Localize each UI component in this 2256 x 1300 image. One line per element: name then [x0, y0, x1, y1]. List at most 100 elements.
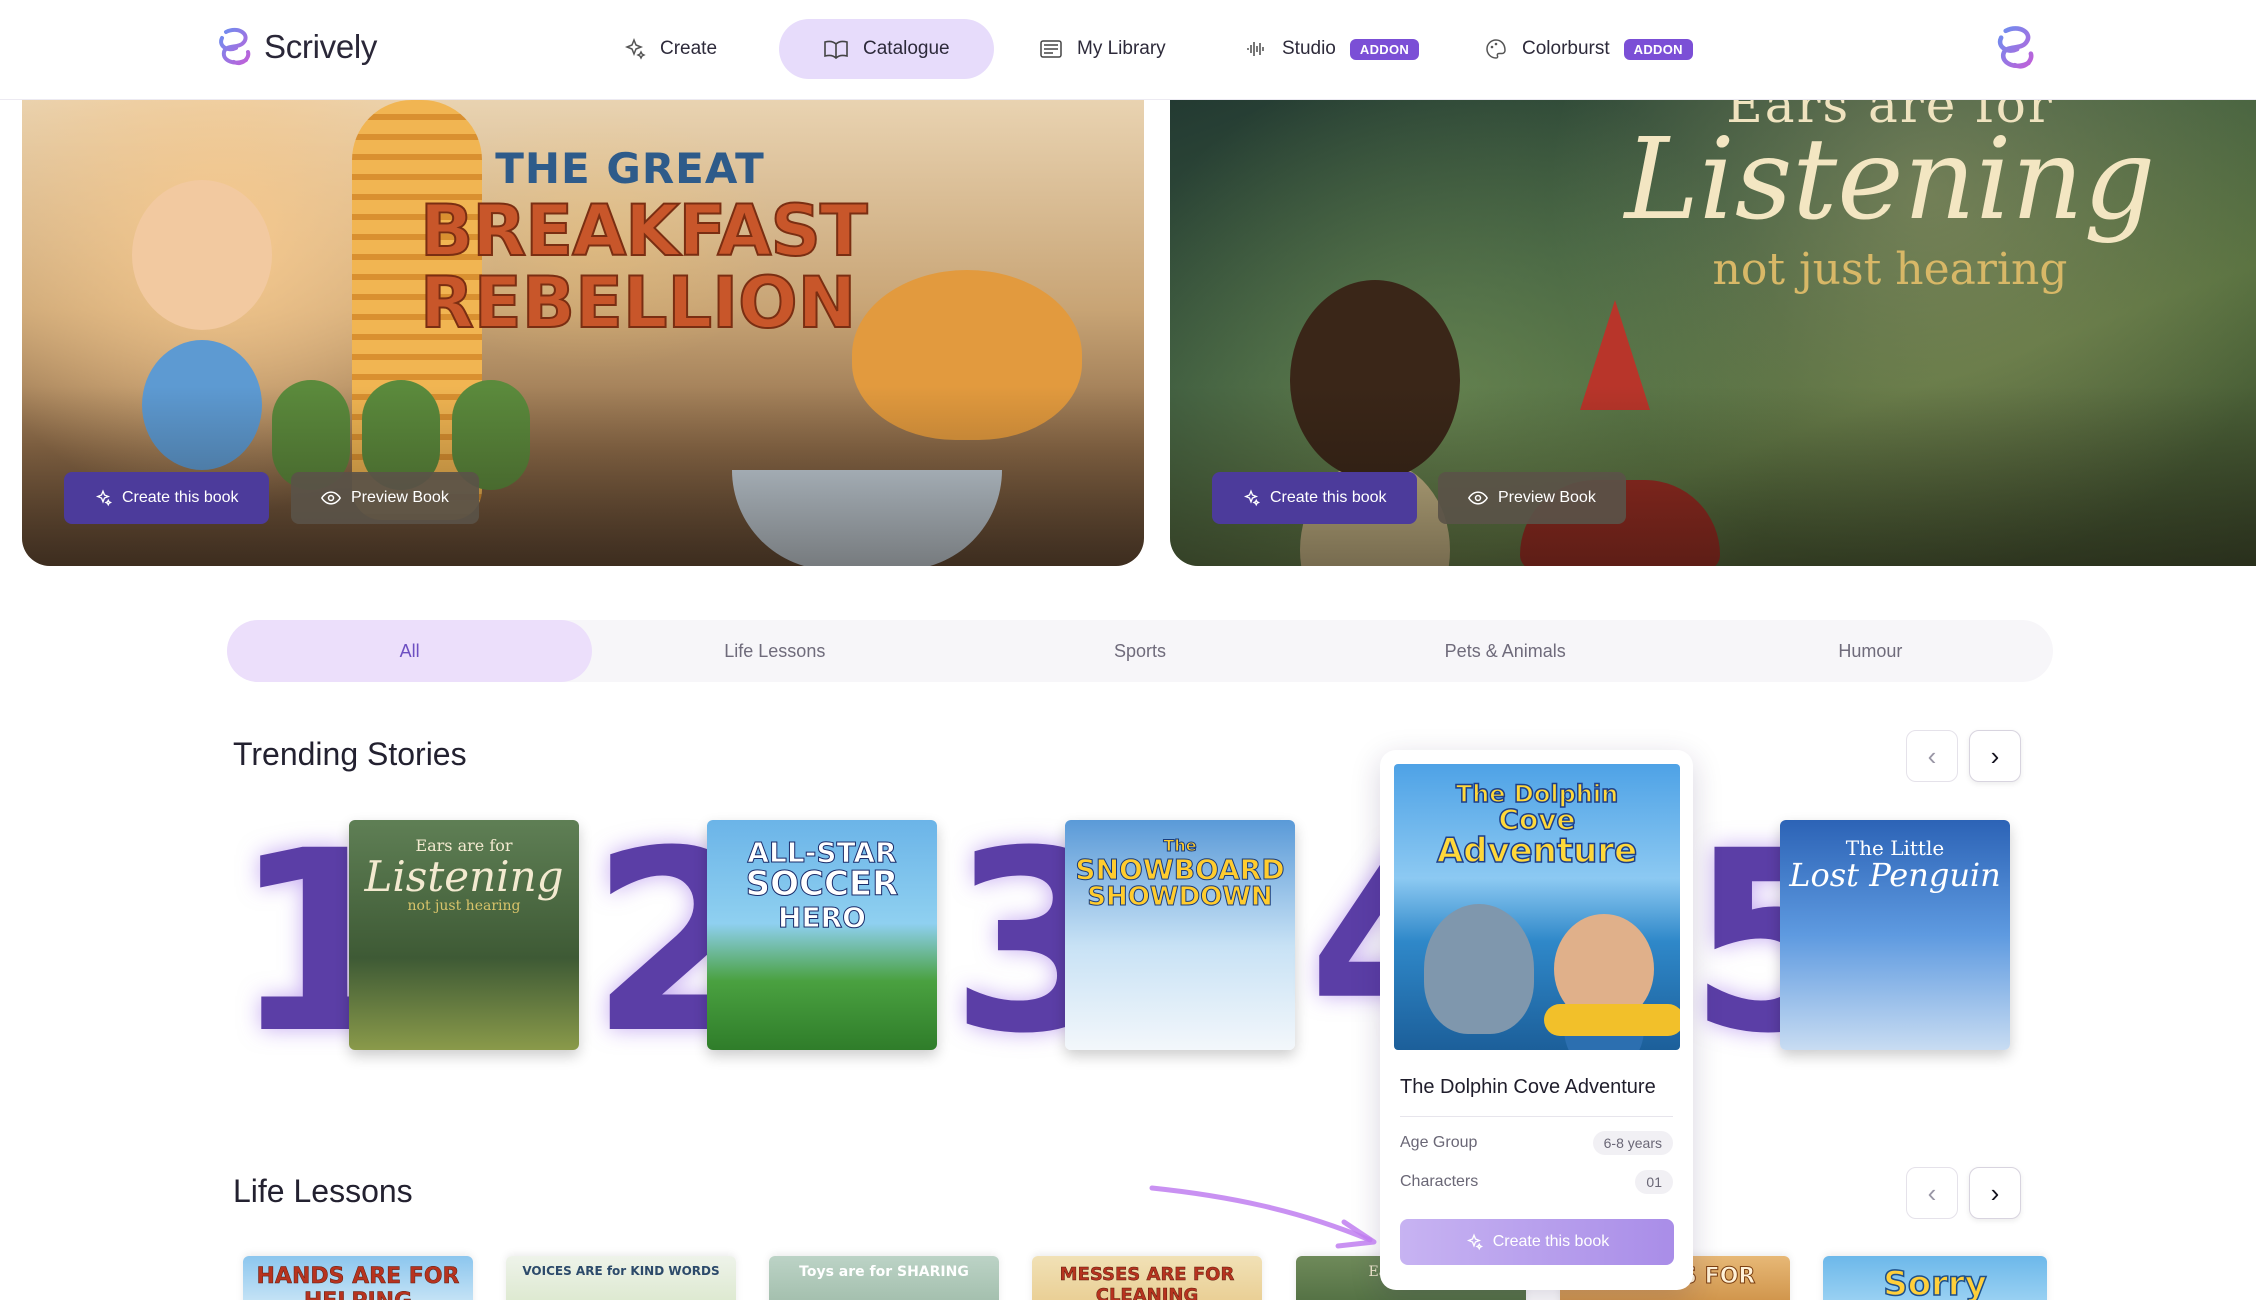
tab-humour[interactable]: Humour — [1688, 620, 2053, 682]
book-cover-toys-are-for-sharing[interactable]: Toys are for SHARING — [769, 1256, 999, 1300]
create-this-book-button[interactable]: Create this book — [1400, 1219, 1674, 1265]
hero-slide-ears-are-for-listening[interactable]: Ears are for Listening not just hearing … — [1170, 100, 2256, 566]
preview-book-button[interactable]: Preview Book — [291, 472, 479, 524]
characters-label: Characters — [1400, 1173, 1479, 1190]
life-lessons-prev-button[interactable]: ‹ — [1906, 1167, 1958, 1219]
cereal-bowl-illustration — [732, 470, 1002, 566]
age-group-value: 6-8 years — [1592, 1131, 1673, 1155]
trending-next-button[interactable]: › — [1969, 730, 2021, 782]
nav-catalogue-label: Catalogue — [863, 38, 950, 59]
eye-icon — [321, 491, 341, 505]
chevron-right-icon: › — [1990, 740, 2000, 771]
girl-character-illustration — [132, 180, 272, 330]
annotation-arrow-icon — [1149, 1185, 1377, 1249]
book-cover-ears-are-for-listening[interactable]: Ears are for Listening not just hearing — [349, 820, 579, 1050]
library-icon — [1040, 40, 1062, 58]
category-tabs: All Life Lessons Sports Pets & Animals H… — [227, 620, 2053, 682]
cover-title-line: SOCCER — [745, 864, 899, 905]
book-cover-voices-are-for-kind-words[interactable]: VOICES ARE for KIND WORDS — [506, 1256, 736, 1300]
cover-title-line: Lost Penguin — [1789, 856, 2001, 894]
age-group-row: Age Group 6-8 years — [1400, 1131, 1673, 1155]
cover-title-line: Adventure — [1436, 831, 1638, 871]
book-cover-messes-are-for-cleaning[interactable]: MESSES ARE FOR CLEANING — [1032, 1256, 1262, 1300]
tab-pets-animals[interactable]: Pets & Animals — [1323, 620, 1688, 682]
create-this-book-label: Create this book — [1492, 1233, 1610, 1250]
preview-book-button[interactable]: Preview Book — [1438, 472, 1626, 524]
tab-life-lessons[interactable]: Life Lessons — [592, 620, 957, 682]
nav-my-library-label: My Library — [1077, 38, 1166, 59]
life-lessons-next-button[interactable]: › — [1969, 1167, 2021, 1219]
account-logo-button[interactable] — [1994, 24, 2038, 77]
nav-create-label: Create — [660, 38, 718, 59]
create-this-book-label: Create this book — [122, 489, 239, 506]
brand-name: Scrively — [264, 28, 378, 65]
cover-title-line: ALL-STAR — [747, 836, 897, 869]
cover-title-line: Cove — [1498, 803, 1577, 836]
sparkles-icon — [95, 489, 112, 507]
create-this-book-button[interactable]: Create this book — [64, 472, 269, 524]
nav-catalogue[interactable]: Catalogue — [779, 19, 994, 79]
cover-title: Sorry — [1882, 1263, 1987, 1300]
addon-badge: ADDON — [1623, 38, 1693, 60]
trending-prev-button[interactable]: ‹ — [1906, 730, 1958, 782]
hero-title: Ears are for Listening not just hearing — [1560, 100, 2220, 295]
characters-value: 01 — [1635, 1170, 1673, 1194]
divider — [1400, 1116, 1673, 1117]
palette-icon — [1486, 39, 1506, 59]
nav-create[interactable]: Create — [578, 19, 761, 79]
sparkles-icon — [1466, 1233, 1483, 1251]
cover-title-line: SHOWDOWN — [1087, 882, 1273, 913]
preview-book-label: Preview Book — [1498, 489, 1596, 506]
nav-colorburst-label: Colorburst — [1522, 38, 1610, 59]
scrively-logo-icon — [219, 27, 251, 65]
addon-badge: ADDON — [1349, 38, 1420, 60]
sparkles-icon — [1243, 489, 1260, 507]
audio-wave-icon — [1247, 42, 1264, 56]
book-cover-hands-are-for-helping[interactable]: HANDS ARE FOR HELPING — [243, 1256, 473, 1300]
scrively-logo-icon — [1997, 26, 2034, 69]
hero-title-line: not just hearing — [1712, 244, 2068, 295]
cover-title-line: not just hearing — [407, 897, 521, 914]
hero-title-line: BREAKFAST — [419, 190, 869, 272]
eye-icon — [1468, 491, 1488, 505]
surfboard-illustration — [1544, 1004, 1680, 1036]
age-group-label: Age Group — [1400, 1134, 1478, 1151]
book-cover-sorry[interactable]: Sorry — [1823, 1256, 2047, 1300]
tab-all[interactable]: All — [227, 620, 593, 682]
nav-studio[interactable]: Studio ADDON — [1200, 19, 1463, 79]
cover-title: VOICES ARE for KIND WORDS — [522, 1264, 720, 1278]
book-hover-card[interactable]: The Dolphin Cove Adventure The Dolphin C… — [1380, 750, 1693, 1290]
cover-title-line: SNOWBOARD — [1075, 852, 1285, 886]
book-cover-little-lost-penguin[interactable]: The Little Lost Penguin — [1780, 820, 2010, 1050]
hero-title-line: THE GREAT — [495, 144, 765, 193]
nav-colorburst[interactable]: Colorburst ADDON — [1440, 19, 1737, 79]
create-this-book-button[interactable]: Create this book — [1212, 472, 1417, 524]
chevron-left-icon: ‹ — [1927, 740, 1937, 771]
trending-stories-heading: Trending Stories — [233, 736, 467, 772]
open-book-icon — [824, 40, 848, 60]
life-lessons-heading: Life Lessons — [233, 1173, 413, 1209]
book-cover-all-star-soccer-hero[interactable]: ALL-STAR SOCCER HERO — [707, 820, 937, 1050]
preview-book-label: Preview Book — [351, 489, 449, 506]
cover-title: HANDS ARE FOR HELPING — [256, 1264, 460, 1300]
cover-title: Toys are for SHARING — [799, 1264, 969, 1280]
book-title: The Dolphin Cove Adventure — [1400, 1076, 1656, 1098]
hero-title: THE GREAT BREAKFAST REBELLION — [419, 144, 869, 344]
cat-character-illustration — [852, 270, 1082, 440]
hero-title-line: REBELLION — [419, 262, 857, 344]
dolphin-illustration — [1424, 904, 1534, 1034]
nav-studio-label: Studio — [1282, 38, 1336, 59]
cover-title: The Dolphin Cove Adventure — [1394, 781, 1680, 871]
nav-my-library[interactable]: My Library — [995, 19, 1210, 79]
hero-slide-breakfast-rebellion[interactable]: THE GREAT BREAKFAST REBELLION Create thi… — [22, 100, 1144, 566]
characters-row: Characters 01 — [1400, 1170, 1673, 1194]
cover-title-line: Listening — [364, 851, 564, 901]
cover-title-line: HERO — [778, 901, 867, 935]
brand-logo[interactable]: Scrively — [216, 26, 377, 68]
girl-character-illustration — [1290, 280, 1460, 480]
cover-title: MESSES ARE FOR CLEANING — [1059, 1264, 1235, 1300]
book-cover-dolphin-cove-adventure[interactable]: The Dolphin Cove Adventure — [1394, 764, 1680, 1050]
tab-sports[interactable]: Sports — [957, 620, 1322, 682]
book-cover-snowboard-showdown[interactable]: The SNOWBOARD SHOWDOWN — [1065, 820, 1295, 1050]
hero-title-line: Listening — [1624, 115, 2156, 245]
